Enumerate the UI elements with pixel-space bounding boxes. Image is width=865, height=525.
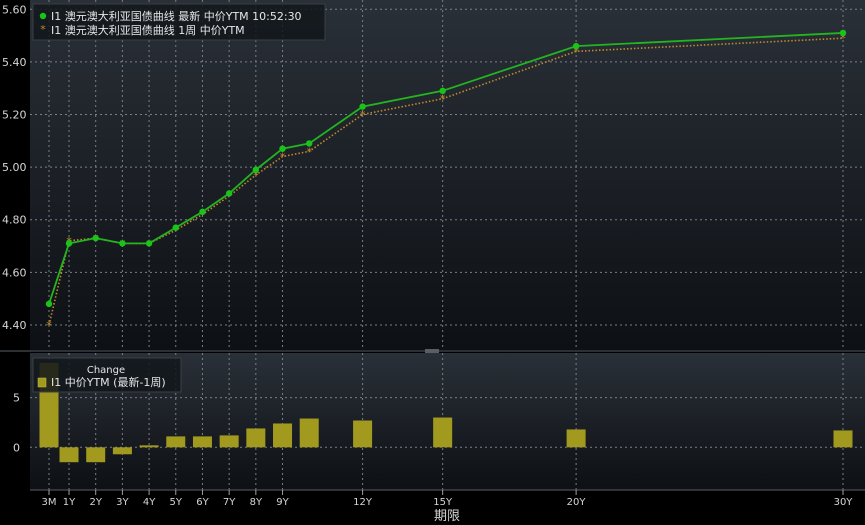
yield-y-tick-label: 5.00 — [2, 161, 27, 174]
x-tick-label: 3M — [42, 497, 57, 508]
change-y-tick-label: 0 — [13, 441, 20, 454]
change-bar — [59, 447, 79, 463]
series-latest-point — [199, 208, 206, 216]
series-week-point: * — [46, 319, 52, 332]
x-tick-label: 8Y — [250, 497, 263, 508]
series-latest-point — [306, 140, 313, 147]
change-bar — [566, 429, 586, 448]
yield-y-tick-label: 4.60 — [2, 266, 27, 279]
yield-y-tick-label: 4.40 — [2, 319, 27, 332]
x-tick-label: 1Y — [63, 497, 76, 508]
x-tick-label: 12Y — [353, 497, 373, 508]
yield-curve-chart: 4.404.604.805.005.205.405.60 ***********… — [0, 0, 865, 524]
x-tick-label: 7Y — [223, 497, 236, 508]
series-latest-point — [839, 29, 847, 37]
x-axis-title: 期限 — [434, 509, 460, 524]
legend-latest-marker — [39, 12, 47, 20]
yield-y-tick-label: 4.80 — [2, 214, 27, 227]
change-legend-swatch — [37, 377, 47, 388]
x-axis: 3M 1Y 2Y 3Y 4Y 5Y 6Y 7Y 8Y 9Y 12Y 15Y 20Y 30Y — [30, 489, 865, 508]
series-latest-point — [92, 234, 99, 242]
change-bar — [273, 423, 293, 448]
series-latest-point — [252, 166, 260, 173]
yield-y-tick-label: 5.20 — [2, 108, 27, 121]
x-tick-label: 6Y — [196, 497, 209, 508]
change-bar — [139, 445, 159, 448]
x-tick-label: 3Y — [116, 497, 129, 508]
x-tick-label: 5Y — [170, 497, 183, 508]
x-tick-label: 2Y — [89, 497, 102, 508]
yield-y-tick-label: 5.40 — [2, 56, 27, 69]
series-latest-point — [572, 42, 580, 50]
series-latest-point — [45, 300, 53, 308]
series-latest-point — [439, 87, 446, 95]
change-bar — [246, 428, 266, 448]
change-y-tick-label: 5 — [13, 392, 20, 405]
series-week-point: * — [360, 108, 366, 121]
series-latest-point — [119, 240, 126, 247]
series-week-point: * — [280, 151, 286, 164]
x-tick-label: 20Y — [567, 497, 587, 508]
change-bar — [166, 436, 186, 448]
yield-panel: 4.404.604.805.005.205.405.60 ***********… — [2, 0, 865, 350]
change-panel: 05 Change I1 中价YTM (最新-1周) — [13, 353, 865, 490]
change-bar — [299, 418, 319, 448]
series-latest-point — [225, 190, 233, 197]
series-latest-point — [65, 240, 73, 247]
series-week-point: * — [306, 145, 312, 158]
yield-y-tick-label: 5.60 — [2, 3, 27, 16]
series-latest-point — [359, 103, 366, 110]
change-bar — [353, 420, 373, 448]
x-tick-label: 15Y — [433, 497, 453, 508]
change-bar — [833, 430, 853, 448]
change-legend: Change I1 中价YTM (最新-1周) — [32, 357, 182, 393]
yield-plot-area — [30, 0, 865, 350]
yield-y-axis: 4.40 4.60 4.80 5.00 5.20 5.40 5.60 — [2, 3, 27, 332]
change-legend-label: I1 中价YTM (最新-1周) — [51, 375, 166, 389]
series-latest-point — [279, 145, 286, 152]
yield-legend: I1 澳元澳大利亚国债曲线 最新 中价YTM 10:52:30 * I1 澳元澳… — [32, 3, 326, 41]
legend-week-marker: * — [40, 23, 46, 36]
legend-week-label: I1 澳元澳大利亚国债曲线 1周 中价YTM — [51, 23, 245, 37]
series-week-point: * — [440, 93, 446, 106]
change-bar — [192, 436, 212, 448]
series-latest-point — [172, 224, 179, 231]
change-bar — [219, 435, 239, 448]
change-y-axis: 05 — [13, 392, 20, 455]
x-tick-label: 30Y — [834, 497, 854, 508]
x-tick-label: 9Y — [276, 497, 289, 508]
panel-resize-handle[interactable] — [425, 349, 439, 353]
change-bar — [112, 447, 132, 455]
legend-latest-label: I1 澳元澳大利亚国债曲线 最新 中价YTM 10:52:30 — [51, 9, 302, 23]
series-latest-point — [145, 240, 153, 247]
x-tick-label: 4Y — [143, 497, 156, 508]
change-legend-title: Change — [87, 365, 125, 376]
change-bar — [433, 417, 453, 448]
change-bar — [86, 447, 106, 463]
